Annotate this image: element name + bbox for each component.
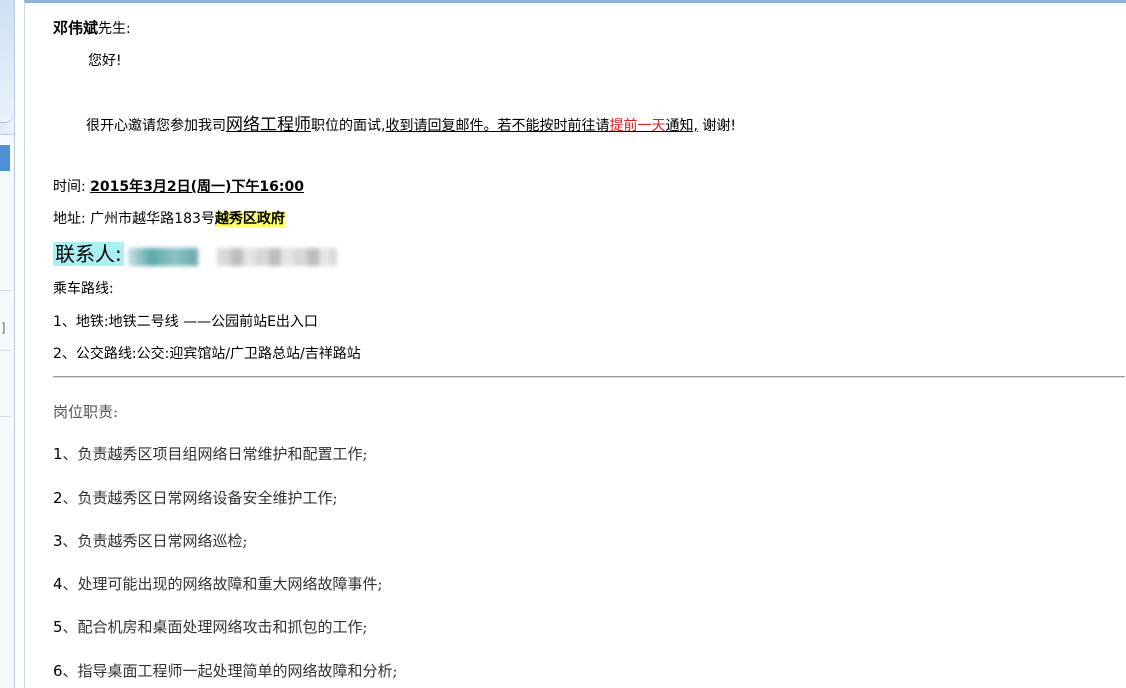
reply-note-a: 收到请回复邮件。若不能按时前往请 (385, 118, 610, 134)
route-subway: 1、地铁:地铁二号线 ——公园前站E出入口 (53, 314, 318, 330)
invitation-after-position: 职位的面试, (311, 118, 386, 134)
address-highlight: 越秀区政府 (214, 211, 285, 227)
redacted-contact-phone (216, 248, 337, 266)
address-value: 广州市越华路183号 (90, 211, 215, 227)
greeting-line: 邓伟斌先生: (53, 17, 131, 38)
duty-item: 2、负责越秀区日常网络设备安全维护工作; (53, 487, 338, 508)
duty-text: 、负责越秀区项目组网络日常维护和配置工作; (62, 445, 368, 463)
recipient-title: 先生: (98, 21, 131, 37)
mail-window: ] 邓伟斌先生: 您好! 很开心邀请您参加我司网络工程师职位的面试,收到请回复邮… (0, 0, 1126, 688)
duty-number: 2 (53, 489, 63, 507)
duty-item: 3、负责越秀区日常网络巡检; (53, 530, 248, 551)
mail-body: 邓伟斌先生: 您好! 很开心邀请您参加我司网络工程师职位的面试,收到请回复邮件。… (24, 0, 1126, 688)
sidebar-divider (0, 416, 12, 417)
contact-line: 联系人: (53, 238, 337, 267)
advance-notice: 提前一天 (609, 118, 666, 134)
sidebar-divider (0, 290, 12, 291)
duty-item: 6、指导桌面工程师一起处理简单的网络故障和分析; (53, 660, 398, 681)
sidebar-bracket-label: ] (0, 321, 8, 335)
route-bus: 2、公交路线:公交:迎宾馆站/广卫路总站/吉祥路站 (53, 346, 361, 362)
address-label: 地址: (53, 211, 86, 227)
sidebar-folder-panel (0, 134, 14, 688)
redacted-contact-name (128, 248, 199, 266)
duty-number: 1 (53, 445, 63, 463)
sidebar-header-panel (0, 0, 14, 123)
thanks-text: 谢谢! (697, 118, 736, 134)
recipient-name: 邓伟斌 (53, 19, 99, 37)
route-label: 乘车路线: (53, 281, 114, 297)
duty-number: 4 (53, 575, 63, 593)
duty-item: 1、负责越秀区项目组网络日常维护和配置工作; (53, 443, 368, 464)
duty-text: 、配合机房和桌面处理网络攻击和抓包的工作; (62, 618, 368, 636)
duty-text: 、负责越秀区日常网络设备安全维护工作; (62, 489, 338, 507)
position-title: 网络工程师 (226, 115, 311, 135)
duty-text: 、指导桌面工程师一起处理简单的网络故障和分析; (62, 662, 398, 680)
sidebar-selected-item[interactable] (0, 145, 10, 171)
time-line: 时间: 2015年3月2日(周一)下午16:00 (53, 176, 304, 196)
hello-line: 您好! (88, 53, 122, 69)
duty-item: 4、处理可能出现的网络故障和重大网络故障事件; (53, 573, 383, 594)
contact-label: 联系人: (53, 242, 124, 266)
reply-note: 收到请回复邮件。若不能按时前往请提前一天通知, (385, 118, 697, 134)
duty-text: 、负责越秀区日常网络巡检; (62, 532, 248, 550)
duty-number: 6 (53, 662, 63, 680)
invitation-line: 很开心邀请您参加我司网络工程师职位的面试,收到请回复邮件。若不能按时前往请提前一… (86, 110, 736, 135)
time-label: 时间: (53, 179, 86, 195)
sidebar-divider (0, 350, 12, 351)
left-sidebar: ] (0, 0, 15, 688)
duty-number: 5 (53, 618, 63, 636)
invitation-intro: 很开心邀请您参加我司 (86, 118, 226, 134)
reply-note-b: 通知, (665, 118, 698, 134)
time-value: 2015年3月2日(周一)下午16:00 (90, 179, 304, 195)
duty-text: 、处理可能出现的网络故障和重大网络故障事件; (62, 575, 383, 593)
horizontal-rule (53, 376, 1125, 378)
duty-item: 5、配合机房和桌面处理网络攻击和抓包的工作; (53, 616, 368, 637)
duties-title: 岗位职责: (53, 403, 119, 421)
address-line: 地址: 广州市越华路183号越秀区政府 (53, 208, 285, 228)
duty-number: 3 (53, 532, 63, 550)
